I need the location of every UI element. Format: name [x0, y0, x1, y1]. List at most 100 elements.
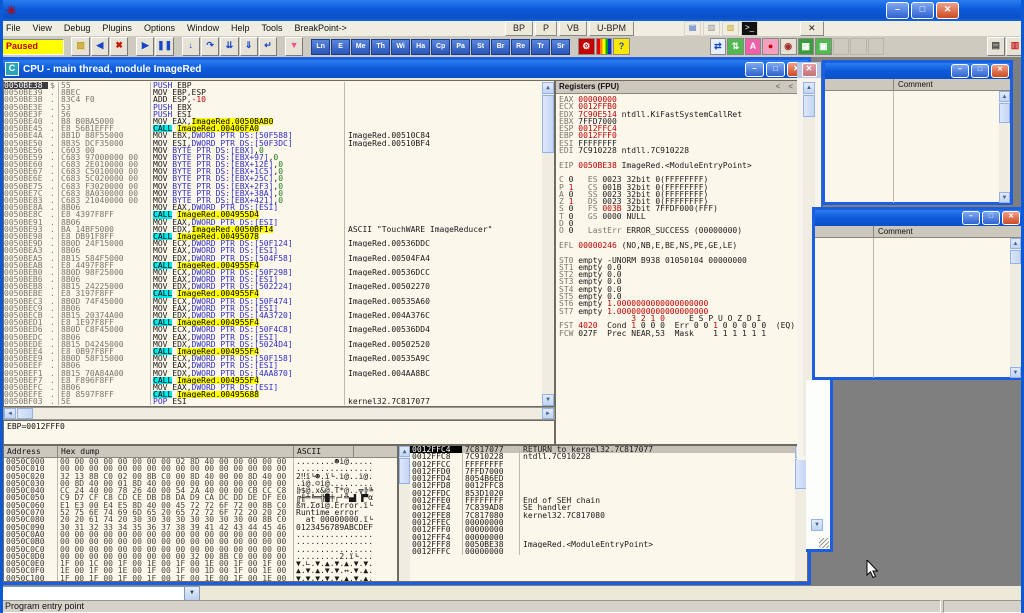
comment-scrollbar[interactable]: ▲ ▼: [999, 91, 1010, 203]
ascii-a-icon[interactable]: A: [745, 38, 762, 55]
minimize-button[interactable]: –: [962, 211, 980, 225]
disasm-row[interactable]: 0050BE83.C683 21040000 00MOV BYTE PTR DS…: [4, 197, 542, 204]
record-icon[interactable]: ●: [762, 38, 779, 55]
unnamed-column-header[interactable]: [815, 226, 874, 237]
disasm-row[interactable]: 0050BEB0.8B0D 98F25000MOV ECX,DWORD PTR …: [4, 269, 542, 276]
window-button-cp[interactable]: Cp: [431, 39, 450, 55]
menu-item-plugins[interactable]: Plugins: [96, 21, 138, 36]
step-over-button[interactable]: ↷: [201, 37, 219, 56]
stack-row[interactable]: 0012FFFC00000000: [410, 548, 795, 555]
scroll-left-icon[interactable]: ◄: [4, 408, 16, 419]
trace-over-button[interactable]: ⇓: [240, 37, 258, 56]
vb-button[interactable]: VB: [559, 21, 587, 36]
window-button-pa[interactable]: Pa: [451, 39, 470, 55]
report-list-icon[interactable]: ▤: [987, 37, 1005, 56]
bar-close-button[interactable]: ✕: [800, 21, 824, 36]
maximize-button[interactable]: □: [971, 64, 989, 78]
cpu-minimize-button[interactable]: –: [745, 62, 764, 77]
cpu-maximize-button[interactable]: □: [766, 62, 785, 77]
menu-item-file[interactable]: File: [0, 21, 27, 36]
window-button-br[interactable]: Br: [491, 39, 510, 55]
console-icon[interactable]: >_: [741, 21, 758, 36]
disasm-vscrollbar[interactable]: ▲ ▼: [542, 82, 554, 406]
bp-button[interactable]: BP: [505, 21, 533, 36]
registers-header[interactable]: Registers (FPU) < <: [556, 81, 807, 94]
scroll-down-icon[interactable]: ▼: [542, 394, 554, 406]
disasm-row[interactable]: 0050BEFE.E8 8597F8FFCALL ImageRed.004956…: [4, 391, 542, 398]
maximize-button[interactable]: □: [982, 211, 1000, 225]
register-line[interactable]: FCW 027F Prec NEAR,53 Mask 1 1 1 1 1 1: [559, 330, 807, 337]
menu-item-debug[interactable]: Debug: [58, 21, 97, 36]
register-line[interactable]: O 0 LastErr ERROR_SUCCESS (00000000): [559, 227, 807, 234]
combobox-dropdown-icon[interactable]: ▼: [184, 587, 199, 600]
scroll-down-icon[interactable]: ▼: [1010, 367, 1021, 378]
scroll-up-icon[interactable]: ▲: [803, 82, 815, 94]
folder-icon[interactable]: ▨: [722, 21, 739, 36]
window-button-wi[interactable]: Wi: [391, 39, 410, 55]
notes-icon[interactable]: ▤: [684, 21, 701, 36]
pane-nav-icon[interactable]: <: [788, 81, 793, 93]
dump-row[interactable]: 0050C1001F 00 1F 00 1F 00 1F 00 1F 00 1E…: [4, 575, 397, 582]
scroll-down-icon[interactable]: ▼: [811, 519, 823, 531]
menu-item-view[interactable]: View: [27, 21, 58, 36]
swap-arrows-icon[interactable]: ⇄: [710, 38, 727, 55]
combobox-value[interactable]: [3, 587, 184, 600]
spiral-icon[interactable]: ◉: [780, 38, 797, 55]
comment-column-header[interactable]: Comment: [894, 79, 933, 90]
menu-item-breakpoint[interactable]: BreakPoint->: [289, 21, 353, 36]
disasm-row[interactable]: 0050BEE9.8B0D 58F15000MOV ECX,DWORD PTR …: [4, 355, 542, 362]
scroll-down-icon[interactable]: ▼: [999, 192, 1010, 203]
comment-column-header[interactable]: Comment: [874, 226, 913, 237]
run-button[interactable]: ▶: [136, 37, 154, 56]
open-file-button[interactable]: ▨: [71, 37, 89, 56]
go-to-button[interactable]: ▼: [285, 37, 303, 56]
disasm-row[interactable]: 0050BEF7.E8 F896F8FFCALL ImageRed.004955…: [4, 377, 542, 384]
app-close-button[interactable]: ✕: [936, 2, 959, 19]
close-button[interactable]: ✕: [1002, 211, 1020, 225]
app-minimize-button[interactable]: –: [886, 2, 909, 19]
menu-item-tools[interactable]: Tools: [256, 21, 289, 36]
comment-list[interactable]: ▲ ▼: [825, 91, 1010, 203]
menu-item-window[interactable]: Window: [181, 21, 225, 36]
trace-into-button[interactable]: ⇊: [220, 37, 238, 56]
p-button[interactable]: P: [535, 21, 557, 36]
dump-col-address[interactable]: Address: [4, 446, 58, 457]
pause-button[interactable]: ❚❚: [155, 37, 173, 56]
register-line[interactable]: EIP 0050BE38 ImageRed.<ModuleEntryPoint>: [559, 162, 807, 169]
pane-nav-icon[interactable]: <: [776, 81, 781, 93]
minimize-button[interactable]: –: [951, 64, 969, 78]
window-button-re[interactable]: Re: [511, 39, 530, 55]
execute-till-return-button[interactable]: ↵: [259, 37, 277, 56]
window-button-e[interactable]: E: [331, 39, 350, 55]
close-process-button[interactable]: ✖: [110, 37, 128, 56]
close-button[interactable]: ✕: [991, 64, 1009, 78]
disasm-row[interactable]: 0050BED6.8B0D C8F45000MOV ECX,DWORD PTR …: [4, 326, 542, 333]
scroll-up-icon[interactable]: ▲: [1010, 238, 1021, 249]
register-line[interactable]: EFL 00000246 (NO,NB,E,BE,NS,PE,GE,LE): [559, 242, 807, 249]
scroll-up-icon[interactable]: ▲: [999, 91, 1010, 102]
register-line[interactable]: T 0 GS 0000 NULL: [559, 213, 807, 220]
restart-button[interactable]: ◀: [91, 37, 109, 56]
window-button-th[interactable]: Th: [371, 39, 390, 55]
register-line[interactable]: EDI 7C910228 ntdll.7C910228: [559, 147, 807, 154]
disasm-row[interactable]: 0050BE38$55PUSH EBP: [4, 82, 542, 89]
fragment-close-button[interactable]: ✕: [802, 63, 817, 77]
window-button-ha[interactable]: Ha: [411, 39, 430, 55]
disasm-row[interactable]: 0050BE8C.E8 4397F8FFCALL ImageRed.004955…: [4, 211, 542, 218]
dump-col-hex[interactable]: Hex dump: [58, 446, 294, 457]
cpu-titlebar[interactable]: C CPU - main thread, module ImageRed – □…: [3, 60, 808, 78]
step-into-button[interactable]: ↓: [182, 37, 200, 56]
window-grid-icon[interactable]: ▣: [815, 38, 832, 55]
help-icon[interactable]: ?: [613, 38, 630, 55]
appearance-icon[interactable]: [596, 38, 613, 55]
scroll-right-icon[interactable]: ►: [542, 408, 554, 419]
document-icon[interactable]: ▥: [703, 21, 720, 36]
disasm-row[interactable]: 0050BE9D.8B0D 24F15000MOV ECX,DWORD PTR …: [4, 240, 542, 247]
options-gear-icon[interactable]: ⚙: [578, 38, 595, 55]
comment-window-titlebar[interactable]: – □ ✕: [825, 63, 1010, 79]
comment-scrollbar[interactable]: ▲ ▼: [1010, 238, 1021, 378]
menu-item-options[interactable]: Options: [138, 21, 181, 36]
scroll-up-icon[interactable]: ▲: [542, 82, 554, 94]
window-button-sr[interactable]: Sr: [551, 39, 570, 55]
command-combobox[interactable]: ▼: [2, 586, 200, 600]
